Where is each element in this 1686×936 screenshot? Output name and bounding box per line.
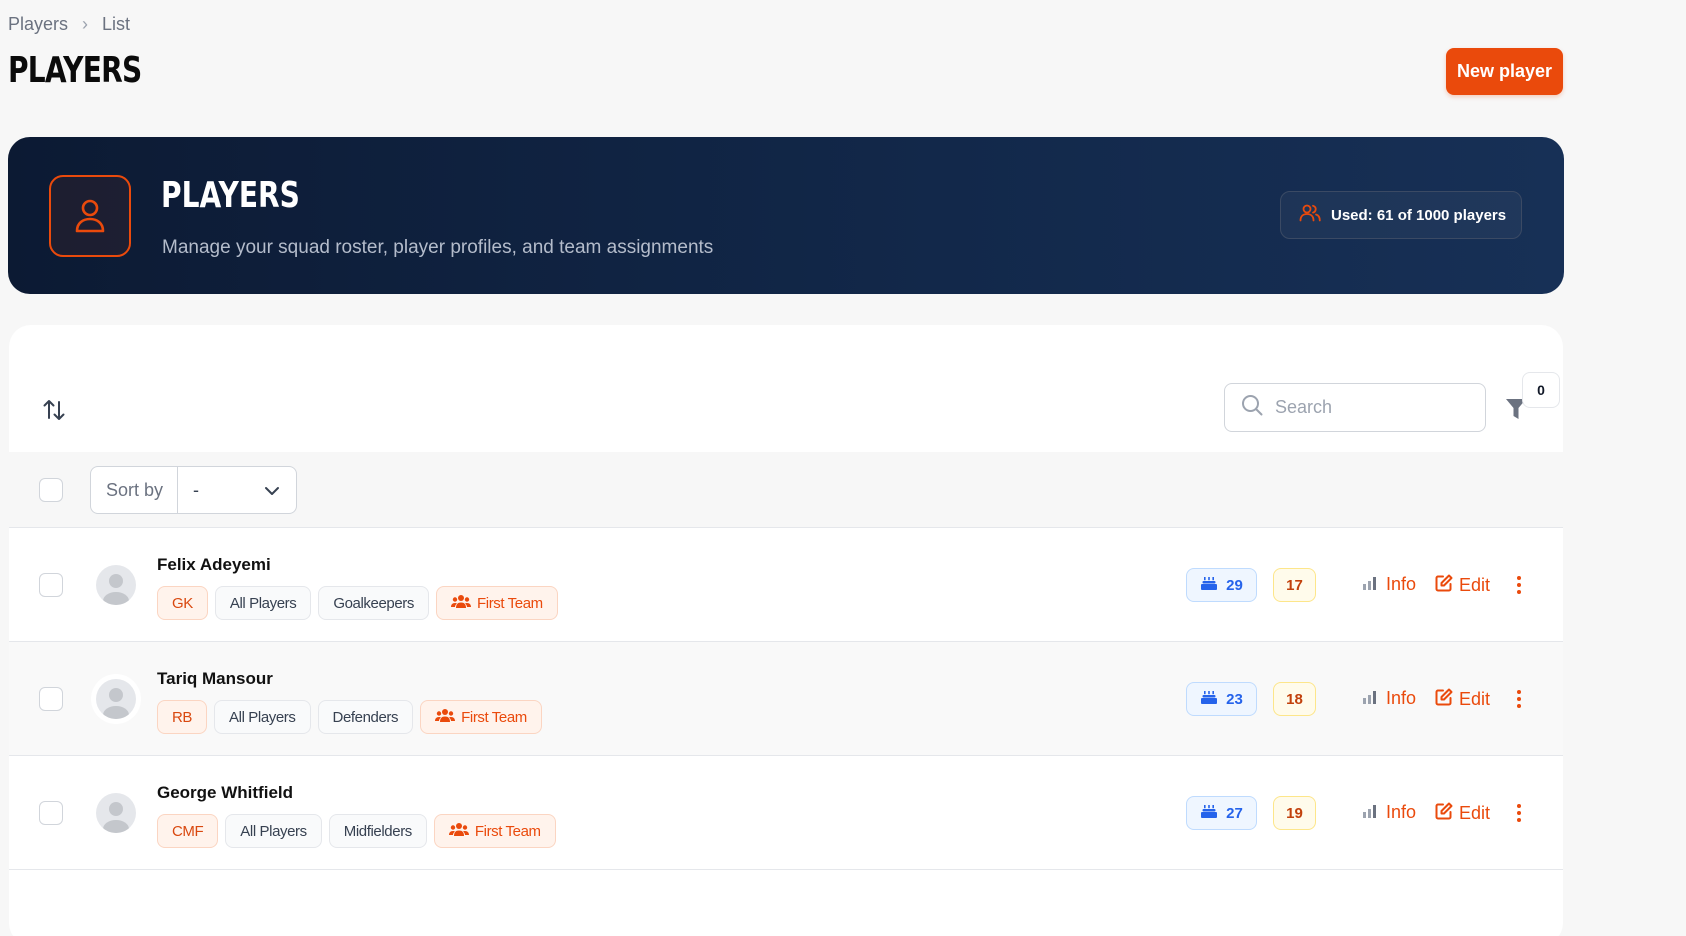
group-tag: All Players: [225, 814, 322, 848]
team-icon: [451, 594, 471, 612]
birthday-cake-icon: [1200, 803, 1218, 823]
more-options-icon[interactable]: [1509, 572, 1529, 598]
age-badge: 27: [1186, 796, 1257, 830]
edit-icon: [1435, 688, 1453, 711]
team-label: First Team: [461, 708, 527, 726]
age-value: 27: [1226, 804, 1243, 822]
group-tag: Goalkeepers: [318, 586, 429, 620]
info-button[interactable]: Info: [1362, 688, 1416, 709]
more-options-icon[interactable]: [1509, 800, 1529, 826]
new-player-button[interactable]: New player: [1446, 48, 1563, 95]
bar-chart-icon: [1362, 574, 1380, 595]
user-icon: [49, 175, 131, 257]
sort-by-select[interactable]: Sort by -: [90, 466, 297, 514]
group-tag: Midfielders: [328, 814, 427, 848]
team-icon: [448, 822, 469, 840]
avatar: [96, 679, 136, 719]
select-all-checkbox[interactable]: [39, 478, 63, 502]
position-tag: CMF: [157, 814, 219, 848]
more-options-icon[interactable]: [1509, 686, 1529, 712]
player-name[interactable]: Felix Adeyemi: [157, 555, 271, 575]
edit-button[interactable]: Edit: [1435, 574, 1490, 597]
group-tag: Defenders: [317, 700, 414, 734]
hero-title: PLAYERS: [161, 175, 300, 216]
edit-label: Edit: [1459, 689, 1491, 709]
page-title: PLAYERS: [8, 50, 142, 91]
row-checkbox[interactable]: [39, 573, 63, 597]
player-row[interactable]: Felix Adeyemi GK All Players Goalkeepers…: [9, 528, 1563, 642]
edit-label: Edit: [1459, 575, 1491, 595]
hero-subtitle: Manage your squad roster, player profile…: [162, 237, 714, 258]
birthday-cake-icon: [1200, 689, 1218, 709]
breadcrumb-list: List: [102, 14, 131, 34]
sort-direction-icon[interactable]: [39, 395, 69, 425]
player-name[interactable]: George Whitfield: [157, 783, 293, 803]
sort-by-value[interactable]: -: [178, 480, 296, 501]
avatar: [96, 793, 136, 833]
edit-button[interactable]: Edit: [1435, 688, 1490, 711]
users-icon: [1299, 204, 1321, 226]
age-value: 23: [1226, 690, 1243, 708]
edit-icon: [1435, 574, 1453, 597]
edit-icon: [1435, 802, 1453, 825]
info-label: Info: [1386, 574, 1417, 594]
player-row[interactable]: Tariq Mansour RB All Players Defenders F…: [9, 642, 1563, 756]
sort-by-label: Sort by: [91, 467, 178, 513]
breadcrumb: Players › List: [8, 14, 130, 35]
player-tags: RB All Players Defenders First Team: [157, 700, 542, 734]
usage-badge: Used: 61 of 1000 players: [1280, 191, 1522, 239]
usage-text: Used: 61 of 1000 players: [1331, 206, 1507, 224]
team-icon: [435, 708, 456, 726]
bar-chart-icon: [1362, 688, 1380, 709]
team-tag: First Team: [433, 814, 556, 848]
info-label: Info: [1386, 802, 1417, 822]
filter-count-badge: 0: [1522, 372, 1560, 408]
position-tag: RB: [157, 700, 208, 734]
info-button[interactable]: Info: [1362, 802, 1416, 823]
player-tags: GK All Players Goalkeepers First Team: [157, 586, 558, 620]
team-label: First Team: [477, 594, 543, 612]
edit-button[interactable]: Edit: [1435, 802, 1490, 825]
group-tag: All Players: [214, 700, 311, 734]
search-icon: [1241, 394, 1263, 421]
team-tag: First Team: [420, 700, 542, 734]
chevron-down-icon: [264, 480, 280, 501]
age-value: 29: [1226, 576, 1243, 594]
player-row[interactable]: George Whitfield CMF All Players Midfiel…: [9, 756, 1563, 870]
info-button[interactable]: Info: [1362, 574, 1416, 595]
team-tag: First Team: [436, 586, 558, 620]
row-checkbox[interactable]: [39, 687, 63, 711]
shirt-number-badge: 17: [1273, 568, 1316, 602]
sort-value-text: -: [193, 479, 199, 500]
age-badge: 23: [1186, 682, 1257, 716]
position-tag: GK: [157, 586, 208, 620]
age-badge: 29: [1186, 568, 1257, 602]
birthday-cake-icon: [1200, 575, 1218, 595]
list-header: Sort by -: [9, 452, 1563, 528]
search-input[interactable]: [1275, 397, 1465, 418]
shirt-number-badge: 19: [1273, 796, 1316, 830]
shirt-number-badge: 18: [1273, 682, 1316, 716]
breadcrumb-players-link[interactable]: Players: [8, 14, 68, 35]
search-field[interactable]: [1224, 383, 1486, 432]
hero-banner: PLAYERS Manage your squad roster, player…: [8, 137, 1564, 294]
group-tag: All Players: [214, 586, 312, 620]
chevron-right-icon: ›: [82, 14, 89, 34]
players-card: 0 Sort by - Felix Adeyemi GK All Players…: [9, 325, 1563, 936]
edit-label: Edit: [1459, 803, 1491, 823]
avatar: [96, 565, 136, 605]
info-label: Info: [1386, 688, 1417, 708]
player-tags: CMF All Players Midfielders First Team: [157, 814, 556, 848]
bar-chart-icon: [1362, 802, 1380, 823]
team-label: First Team: [474, 822, 541, 840]
player-name[interactable]: Tariq Mansour: [157, 669, 273, 689]
row-checkbox[interactable]: [39, 801, 63, 825]
